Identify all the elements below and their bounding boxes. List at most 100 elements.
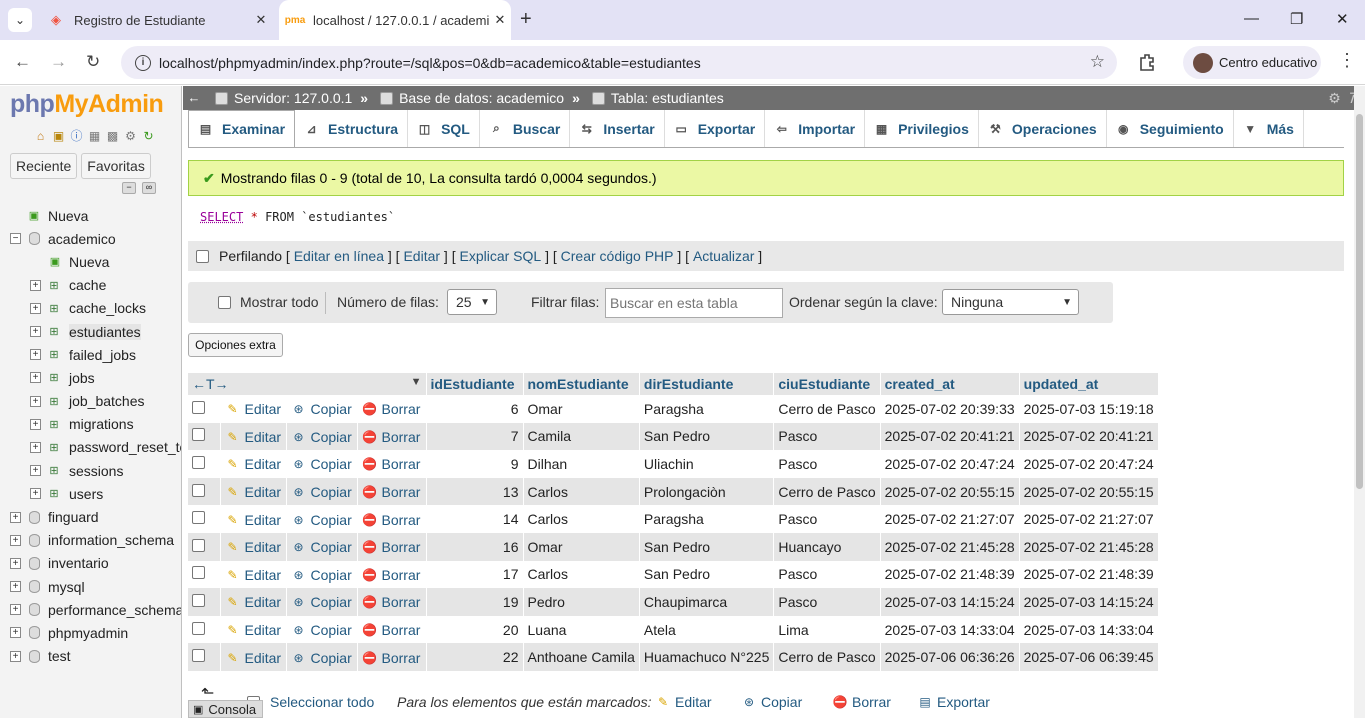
cell-created_at[interactable]: 2025-07-02 21:27:07 [880, 505, 1020, 533]
row-copy-button[interactable]: ⊛ Copiar [291, 650, 351, 666]
tree-node-password-reset-to[interactable]: + ⊞ password_reset_to [0, 436, 181, 459]
site-info-icon[interactable]: i [135, 54, 151, 71]
table-icon[interactable]: ⊞ [47, 348, 61, 362]
reload-icon[interactable]: ↻ [86, 52, 100, 72]
expand-icon[interactable]: + [10, 511, 21, 523]
cell-updated_at[interactable]: 2025-07-03 14:15:24 [1019, 588, 1159, 616]
edit-query-link[interactable]: Editar [403, 248, 440, 264]
cell-updated_at[interactable]: 2025-07-02 20:55:15 [1019, 477, 1159, 506]
cell-nomestudiante[interactable]: Luana [523, 615, 640, 644]
row-checkbox[interactable] [192, 400, 205, 414]
table-icon[interactable]: ⊞ [47, 440, 61, 454]
sql-docs-icon[interactable]: ▩ [105, 128, 120, 143]
collapse-all-icon[interactable]: − [122, 182, 136, 194]
expand-icon[interactable]: + [10, 581, 21, 593]
profiling-checkbox[interactable] [196, 249, 209, 263]
tab-search-chevron-icon[interactable]: ⌄ [8, 8, 32, 32]
cell-created_at[interactable]: 2025-07-03 14:33:04 [880, 615, 1020, 644]
row-copy-button[interactable]: ⊛ Copiar [291, 567, 351, 583]
tree-node-information-schema[interactable]: + information_schema [0, 529, 181, 552]
tree-node-inventario[interactable]: + inventario [0, 552, 181, 575]
cell-direstudiante[interactable]: Huamachuco N°225 [639, 643, 775, 671]
close-tab-icon[interactable]: ✕ [489, 12, 511, 28]
row-delete-button[interactable]: ⛔ Borrar [362, 650, 420, 666]
bulk-delete-button[interactable]: ⛔ Borrar [832, 694, 891, 710]
tree-node-nueva[interactable]: ▣ Nueva [0, 250, 181, 273]
cell-idestudiante[interactable]: 13 [426, 477, 524, 506]
expand-icon[interactable]: + [30, 279, 41, 291]
column-resize-icon[interactable]: ←T→ [192, 376, 229, 392]
rows-select[interactable]: 25 ▼ [447, 289, 497, 315]
cell-updated_at[interactable]: 2025-07-06 06:39:45 [1019, 643, 1159, 671]
page-settings-gear-icon[interactable]: ⚙ [1328, 90, 1341, 107]
expand-icon[interactable]: + [10, 627, 21, 639]
logout-icon[interactable]: ▣ [51, 128, 66, 143]
cell-created_at[interactable]: 2025-07-02 20:47:24 [880, 450, 1020, 478]
column-header-updated_at[interactable]: updated_at [1019, 373, 1159, 395]
row-edit-button[interactable]: ✎ Editar [225, 484, 281, 500]
close-tab-icon[interactable]: ✕ [250, 12, 272, 28]
cell-idestudiante[interactable]: 22 [426, 643, 524, 671]
collapse-icon[interactable]: − [10, 233, 21, 245]
profile-button[interactable]: Centro educativo [1183, 46, 1321, 79]
new-tab-icon[interactable]: + [520, 8, 532, 31]
expand-icon[interactable]: + [30, 372, 41, 384]
reload-nav-icon[interactable]: ↻ [141, 128, 156, 143]
expand-icon[interactable]: + [30, 465, 41, 477]
bookmark-star-icon[interactable]: ☆ [1090, 52, 1105, 72]
row-edit-button[interactable]: ✎ Editar [225, 622, 281, 638]
cell-updated_at[interactable]: 2025-07-03 14:33:04 [1019, 615, 1159, 644]
row-checkbox[interactable] [192, 649, 205, 663]
column-header-idestudiante[interactable]: idEstudiante [426, 373, 524, 395]
tab-importar[interactable]: ⇦ Importar [765, 110, 866, 147]
cell-idestudiante[interactable]: 16 [426, 532, 524, 561]
tab-seguimiento[interactable]: ◉ Seguimiento [1107, 110, 1234, 147]
tree-node-finguard[interactable]: + finguard [0, 505, 181, 528]
row-edit-button[interactable]: ✎ Editar [225, 512, 281, 528]
tab-favorites[interactable]: Favoritas [81, 153, 151, 179]
expand-icon[interactable]: + [30, 488, 41, 500]
cell-ciuestudiante[interactable]: Lima [773, 615, 881, 644]
row-edit-button[interactable]: ✎ Editar [225, 401, 281, 417]
table-icon[interactable]: ⊞ [47, 464, 61, 478]
bulk-edit-button[interactable]: ✎ Editar [655, 694, 712, 710]
table-icon[interactable]: ⊞ [47, 394, 61, 408]
row-checkbox[interactable] [192, 511, 205, 525]
breadcrumb-table[interactable]: Tabla: estudiantes [591, 90, 724, 106]
breadcrumb-database[interactable]: Base de datos: academico [380, 90, 564, 106]
cell-direstudiante[interactable]: Atela [639, 615, 775, 644]
cell-ciuestudiante[interactable]: Pasco [773, 450, 881, 478]
cell-created_at[interactable]: 2025-07-02 20:39:33 [880, 395, 1020, 423]
extensions-icon[interactable] [1137, 52, 1157, 72]
tree-node-jobs[interactable]: + ⊞ jobs [0, 366, 181, 389]
cell-direstudiante[interactable]: San Pedro [639, 532, 775, 561]
row-edit-button[interactable]: ✎ Editar [225, 567, 281, 583]
cell-idestudiante[interactable]: 14 [426, 505, 524, 533]
cell-ciuestudiante[interactable]: Huancayo [773, 532, 881, 561]
cell-direstudiante[interactable]: Chaupimarca [639, 588, 775, 616]
cell-nomestudiante[interactable]: Omar [523, 395, 640, 423]
refresh-link[interactable]: Actualizar [693, 248, 754, 264]
expand-icon[interactable]: + [30, 395, 41, 407]
cell-idestudiante[interactable]: 7 [426, 422, 524, 451]
row-edit-button[interactable]: ✎ Editar [225, 650, 281, 666]
table-icon[interactable]: ⊞ [47, 301, 61, 315]
column-header-direstudiante[interactable]: dirEstudiante [639, 373, 775, 395]
sql-keyword-select[interactable]: SELECT [200, 210, 243, 224]
row-delete-button[interactable]: ⛔ Borrar [362, 567, 420, 583]
tree-node-sessions[interactable]: + ⊞ sessions [0, 459, 181, 482]
row-edit-button[interactable]: ✎ Editar [225, 539, 281, 555]
explain-sql-link[interactable]: Explicar SQL [460, 248, 542, 264]
cell-nomestudiante[interactable]: Carlos [523, 477, 640, 506]
cell-ciuestudiante[interactable]: Cerro de Pasco [773, 643, 881, 671]
expand-icon[interactable]: + [30, 302, 41, 314]
cell-idestudiante[interactable]: 20 [426, 615, 524, 644]
row-checkbox[interactable] [192, 593, 205, 607]
row-delete-button[interactable]: ⛔ Borrar [362, 456, 420, 472]
cell-created_at[interactable]: 2025-07-02 21:48:39 [880, 560, 1020, 589]
sort-select[interactable]: Ninguna ▼ [942, 289, 1079, 315]
tab-recent[interactable]: Reciente [10, 153, 78, 179]
phpmyadmin-logo[interactable]: phpMyAdmin [10, 90, 164, 119]
cell-direstudiante[interactable]: Uliachin [639, 450, 775, 478]
cell-nomestudiante[interactable]: Camila [523, 422, 640, 451]
